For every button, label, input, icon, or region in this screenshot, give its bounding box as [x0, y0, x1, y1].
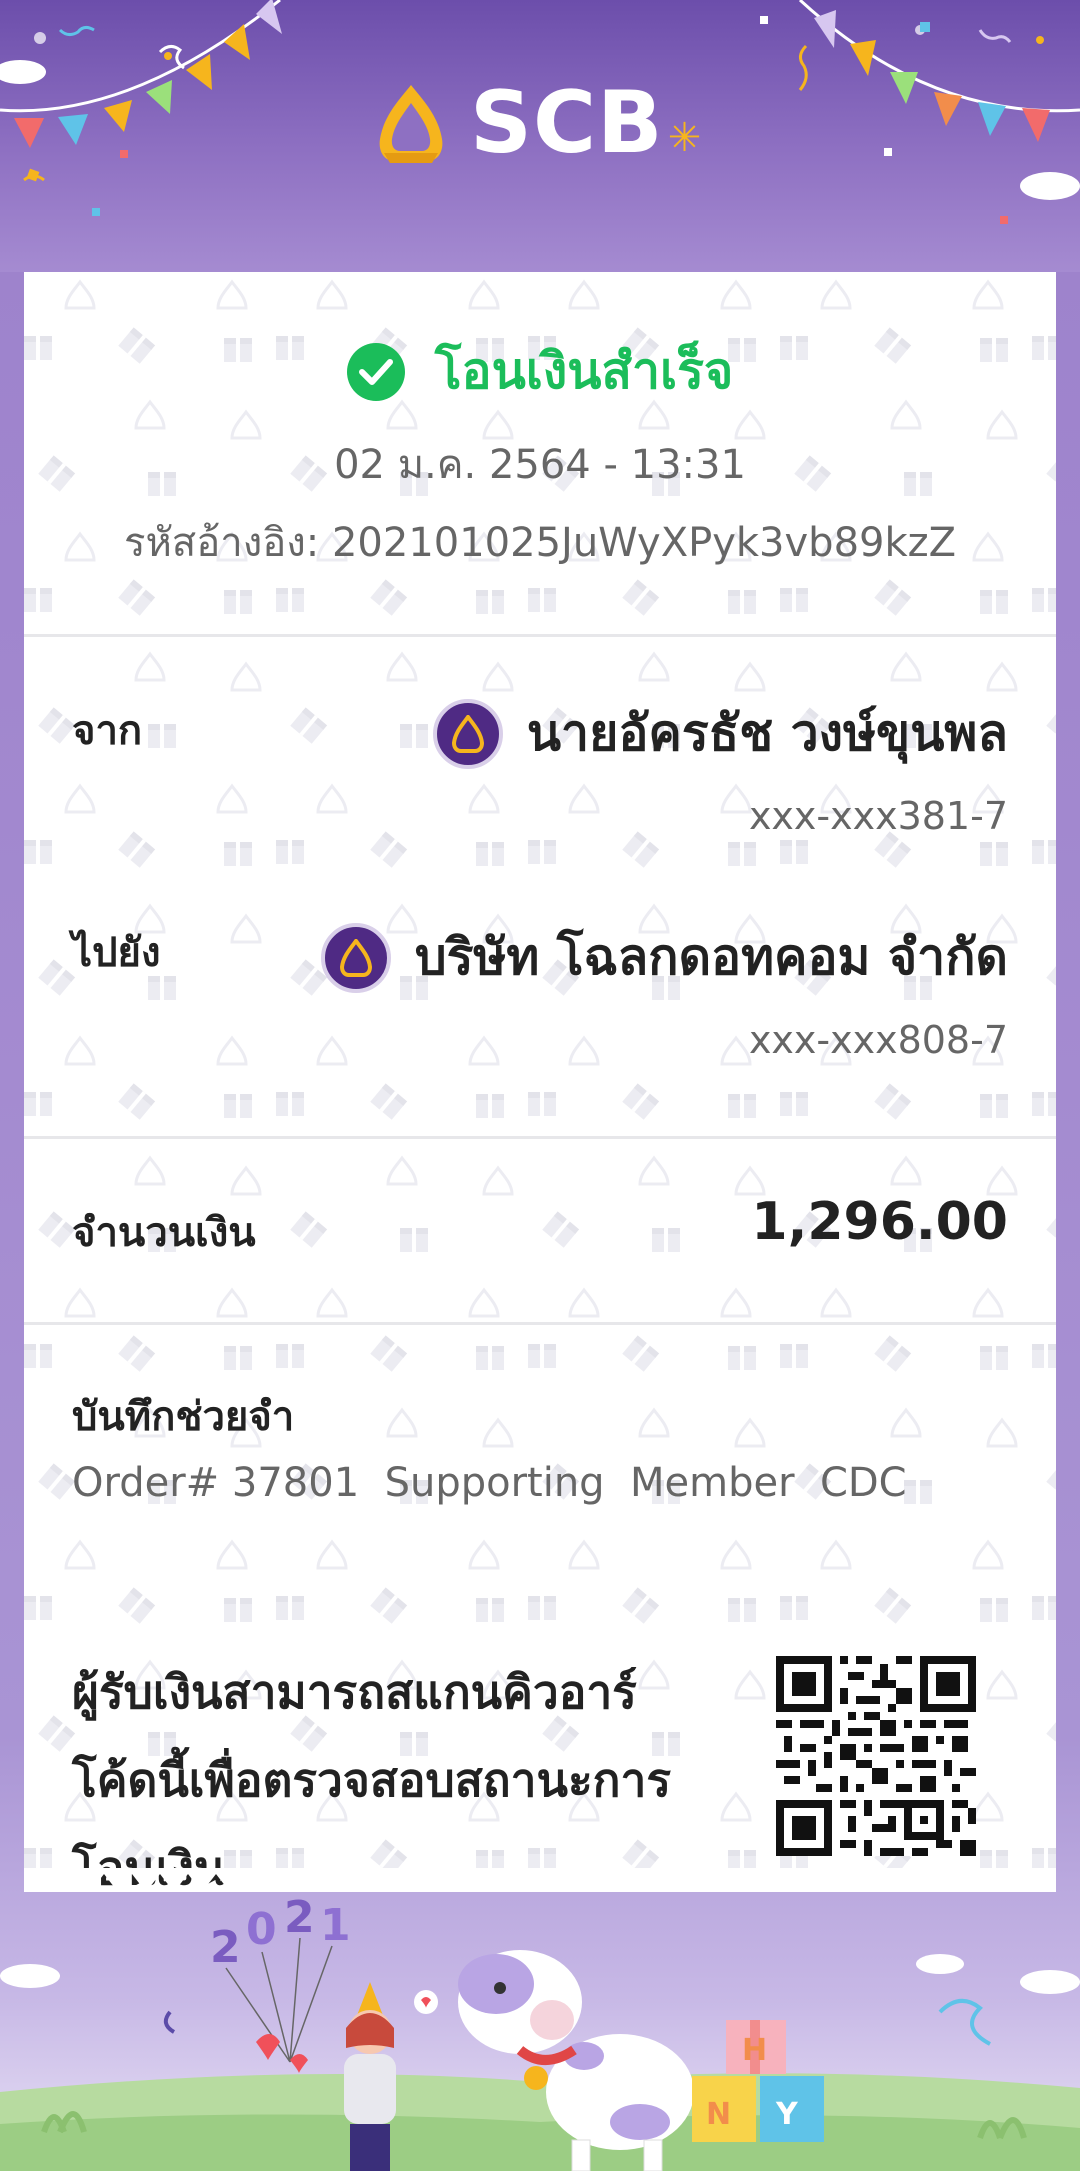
- star-icon: ✳: [667, 115, 702, 161]
- from-label: จาก: [72, 708, 143, 754]
- receipt-card: โอนเงินสำเร็จ 02 ม.ค. 2564 - 13:31 รหัสอ…: [24, 272, 1056, 1892]
- recipient-info: บริษัท โฉลกดอทคอม จำกัด: [320, 918, 1008, 997]
- qr-instruction-line: โค้ดนี้เพื่อตรวจสอบสถานะการ: [72, 1753, 672, 1807]
- qr-instruction-line: ผู้รับเงินสามารถสแกนคิวอาร์: [72, 1665, 637, 1719]
- transaction-datetime: 02 ม.ค. 2564 - 13:31: [334, 442, 746, 488]
- sender-name: นายอัครธัช วงษ์ขุนพล: [526, 704, 1008, 762]
- verification-qr-code[interactable]: [776, 1656, 976, 1856]
- qr-instruction: ผู้รับเงินสามารถสแกนคิวอาร์ โค้ดนี้เพื่อ…: [72, 1648, 712, 1892]
- divider: [24, 1322, 1056, 1325]
- amount-label: จำนวนเงิน: [72, 1210, 256, 1256]
- memo-label: บันทึกช่วยจำ: [72, 1394, 295, 1440]
- gift-letter: Y: [775, 2097, 799, 2132]
- to-label: ไปยัง: [72, 930, 161, 976]
- year-balloons: 2 0 2 1: [210, 1892, 351, 2073]
- memo-text: Order# 37801 Supporting Member CDC: [72, 1460, 907, 1506]
- recipient-account: xxx-xxx808-7: [748, 1018, 1008, 1062]
- amount-value: 1,296.00: [751, 1192, 1008, 1252]
- balloon-digit: 0: [246, 1904, 277, 1955]
- header-banner: SCB ✳: [0, 0, 1080, 272]
- scb-bank-icon: [432, 698, 503, 769]
- new-year-illustration: 2 0 2 1 H N Y: [0, 1892, 1080, 2171]
- reference-number: รหัสอ้างอิง: 202101025JuWyXPyk3vb89kzZ: [123, 520, 957, 566]
- divider: [24, 1136, 1056, 1139]
- sender-account: xxx-xxx381-7: [748, 794, 1008, 838]
- gift-letter: H: [742, 2033, 767, 2068]
- gift-letter: N: [706, 2097, 731, 2132]
- divider: [24, 634, 1056, 637]
- check-circle-icon: [346, 342, 405, 401]
- brand-name: SCB: [470, 73, 664, 173]
- scb-bank-icon: [320, 922, 391, 993]
- balloon-digit: 2: [210, 1922, 241, 1973]
- scb-bell-logo-icon: [379, 85, 443, 163]
- balloon-digit: 1: [320, 1900, 351, 1951]
- sender-info: นายอัครธัช วงษ์ขุนพล: [432, 694, 1008, 773]
- recipient-name: บริษัท โฉลกดอทคอม จำกัด: [414, 928, 1008, 986]
- scb-logo: SCB ✳: [370, 78, 701, 168]
- transfer-success-title: โอนเงินสำเร็จ: [434, 342, 734, 400]
- status-header: โอนเงินสำเร็จ: [24, 332, 1056, 411]
- balloon-digit: 2: [284, 1892, 315, 1943]
